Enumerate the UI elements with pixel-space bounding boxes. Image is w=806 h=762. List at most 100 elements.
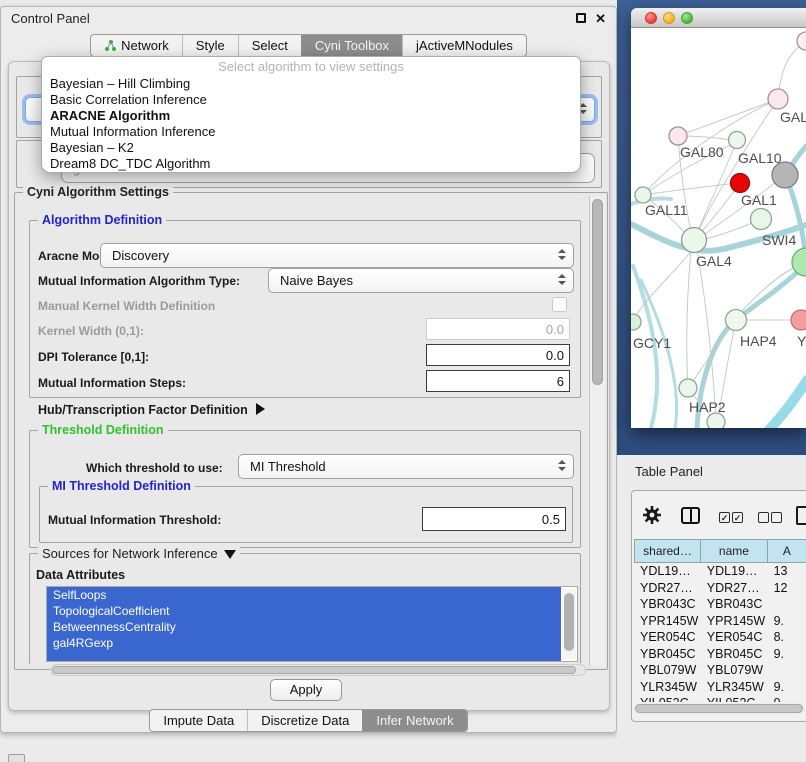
- sources-legend[interactable]: Sources for Network Inference: [38, 546, 240, 561]
- combo-spinner-icon: [558, 274, 566, 285]
- mac-zoom-button[interactable]: [681, 12, 693, 24]
- select-all-checkbox-icon[interactable]: ✓: [732, 512, 743, 523]
- attribute-item[interactable]: gal4RGexp: [47, 635, 561, 651]
- network-canvas[interactable]: GALGAL80GAL10GAL1GAL11SWI4GAL4YHAP4GCY1H…: [631, 28, 806, 428]
- tab-infer-network[interactable]: Infer Network: [362, 710, 466, 731]
- mi-threshold-field[interactable]: [422, 507, 566, 531]
- apply-button[interactable]: Apply: [270, 679, 342, 701]
- control-panel-tabbar: Network Style SelectCyni ToolboxjActiveMNo…: [1, 34, 616, 57]
- table-row[interactable]: YIL052CYIL052C9.: [634, 695, 806, 702]
- algorithm-option[interactable]: Bayesian – K2: [42, 140, 580, 156]
- network-node[interactable]: [731, 174, 750, 193]
- attribute-item[interactable]: TopologicalCoefficient: [47, 603, 561, 619]
- tab-jactivemnodules[interactable]: jActiveMNodules: [402, 35, 526, 56]
- network-node[interactable]: [631, 314, 641, 330]
- mac-close-button[interactable]: [645, 12, 657, 24]
- network-edge: [643, 183, 738, 195]
- tab-label: Style: [196, 38, 225, 53]
- table-cell: YPR145W: [701, 613, 768, 630]
- algorithm-option[interactable]: Basic Correlation Inference: [42, 92, 580, 108]
- close-icon[interactable]: ✕: [595, 13, 606, 25]
- list-vertical-scrollbar[interactable]: [562, 589, 576, 659]
- table-row[interactable]: YDL19…YDL19…13: [634, 563, 806, 580]
- mi-steps-field[interactable]: [426, 370, 570, 392]
- manual-kernel-label: Manual Kernel Width Definition: [38, 299, 215, 313]
- hub-definition-toggle[interactable]: Hub/Transcription Factor Definition: [38, 403, 265, 417]
- combo-spinner-icon: [558, 460, 566, 471]
- kernel-width-field[interactable]: [426, 318, 570, 340]
- control-panel-titlebar: Control Panel ✕: [1, 7, 616, 31]
- settings-horizontal-scrollbar[interactable]: [50, 664, 586, 676]
- network-node[interactable]: [791, 310, 806, 330]
- tab-cyni-toolbox[interactable]: Cyni Toolbox: [301, 35, 402, 56]
- network-node[interactable]: [707, 413, 725, 428]
- algorithm-option[interactable]: ARACNE Algorithm: [42, 108, 580, 124]
- node-label: SWI4: [762, 232, 796, 248]
- attribute-item[interactable]: BetweennessCentrality: [47, 619, 561, 635]
- node-label: GAL: [780, 109, 806, 125]
- column-header[interactable]: shared…: [634, 539, 701, 563]
- algorithm-option[interactable]: Bayesian – Hill Climbing: [42, 76, 580, 92]
- scrollbar-thumb[interactable]: [52, 666, 576, 674]
- table-row[interactable]: YBR045CYBR045C9.: [634, 646, 806, 663]
- deselect-all-checkbox-icon[interactable]: [758, 512, 769, 523]
- dpi-tolerance-label: DPI Tolerance [0,1]:: [38, 350, 149, 364]
- scrollbar-thumb[interactable]: [592, 199, 603, 385]
- table-row[interactable]: YER054CYER054C8.: [634, 629, 806, 646]
- scrollbar-thumb[interactable]: [564, 593, 574, 651]
- data-attributes-list[interactable]: SelfLoopsTopologicalCoefficientBetweenne…: [46, 586, 578, 662]
- tab-discretize-data[interactable]: Discretize Data: [247, 710, 362, 731]
- network-node[interactable]: [768, 89, 788, 109]
- network-node[interactable]: [726, 310, 747, 331]
- mac-minimize-button[interactable]: [663, 12, 675, 24]
- selection-overflow: [47, 651, 561, 661]
- tab-select[interactable]: Select: [238, 35, 301, 56]
- table-row[interactable]: YBL079WYBL079W: [634, 662, 806, 679]
- control-panel-window: Control Panel ✕ Network Style SelectCyni T…: [0, 6, 617, 733]
- minimized-panel-icon[interactable]: [8, 754, 25, 762]
- kernel-width-label: Kernel Width (0,1):: [38, 324, 144, 338]
- attribute-item[interactable]: SelfLoops: [47, 587, 561, 603]
- node-label: GAL80: [680, 144, 724, 160]
- table-cell: 8.: [768, 629, 806, 646]
- algorithm-option[interactable]: Mutual Information Inference: [42, 124, 580, 140]
- column-header[interactable]: name: [701, 539, 768, 563]
- network-edge: [741, 266, 797, 312]
- gear-icon[interactable]: [642, 505, 662, 525]
- cyni-settings-legend: Cyni Algorithm Settings: [23, 185, 173, 199]
- table-row[interactable]: YLR345WYLR345W9.: [634, 679, 806, 696]
- settings-vertical-scrollbar[interactable]: [589, 196, 605, 666]
- manual-kernel-checkbox[interactable]: [552, 297, 567, 312]
- aracne-mode-combo[interactable]: Discovery: [100, 243, 574, 268]
- table-row[interactable]: YBR043CYBR043C: [634, 596, 806, 613]
- algorithm-definition-legend: Algorithm Definition: [38, 213, 166, 227]
- algorithm-option[interactable]: Dream8 DC_TDC Algorithm: [42, 156, 580, 172]
- network-node[interactable]: [682, 228, 707, 253]
- tab-network[interactable]: Network: [91, 35, 182, 56]
- network-node[interactable]: [751, 209, 772, 230]
- columns-icon[interactable]: [681, 507, 700, 524]
- select-all-checkbox-icon[interactable]: ✓: [719, 512, 730, 523]
- mi-type-combo[interactable]: Naive Bayes: [268, 268, 574, 293]
- table-row[interactable]: YPR145WYPR145W9.: [634, 613, 806, 630]
- table-row[interactable]: YDR27…YDR27…12: [634, 580, 806, 597]
- dpi-tolerance-field[interactable]: [426, 344, 570, 366]
- network-node[interactable]: [635, 187, 651, 203]
- control-panel-title: Control Panel: [11, 11, 90, 26]
- table-cell: YBR045C: [634, 646, 701, 663]
- table-horizontal-scrollbar[interactable]: [634, 703, 805, 714]
- network-node[interactable]: [729, 132, 746, 149]
- node-label: HAP4: [740, 333, 777, 349]
- scrollbar-thumb[interactable]: [635, 704, 803, 713]
- column-header[interactable]: A: [768, 539, 806, 563]
- deselect-all-checkbox-icon[interactable]: [771, 512, 782, 523]
- node-label: GAL1: [741, 192, 777, 208]
- tab-impute-data[interactable]: Impute Data: [150, 710, 247, 731]
- document-icon[interactable]: [796, 506, 806, 525]
- float-panel-icon[interactable]: [576, 13, 586, 23]
- network-node[interactable]: [679, 379, 697, 397]
- which-threshold-combo[interactable]: MI Threshold: [238, 454, 574, 479]
- network-node[interactable]: [669, 127, 687, 145]
- node-label: Y: [797, 333, 806, 349]
- tab-style[interactable]: Style: [182, 35, 238, 56]
